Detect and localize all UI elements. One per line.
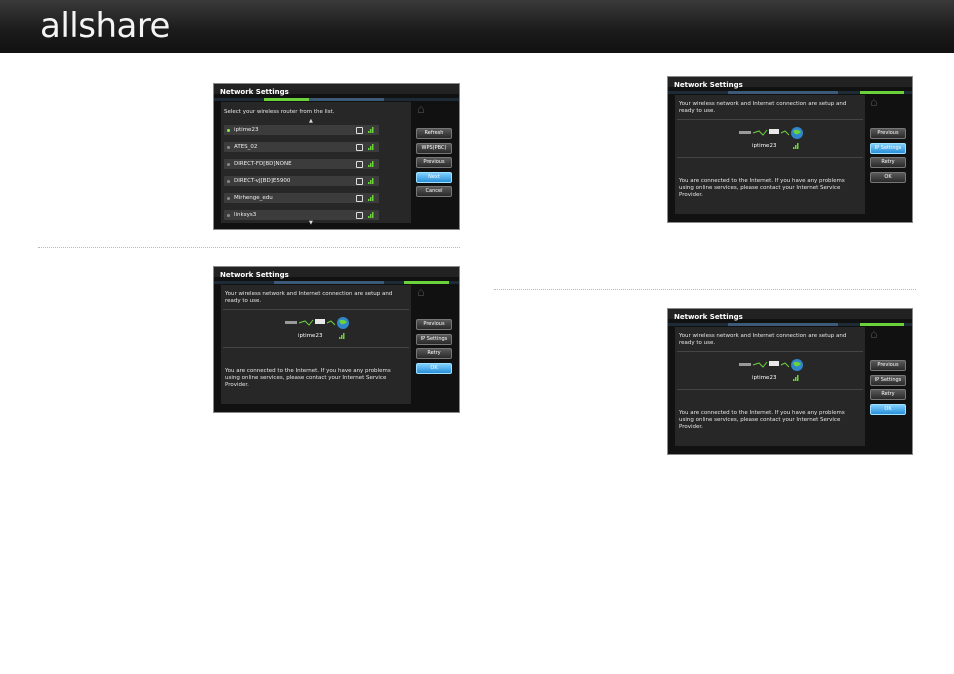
connection-message: Your wireless network and Internet conne… [679, 101, 847, 114]
connection-status-panel: Your wireless network and Internet conne… [675, 327, 865, 446]
network-ssid: iptime23 [752, 143, 777, 149]
step-indicator [214, 281, 459, 284]
network-list-item[interactable]: iptime23 [224, 125, 379, 135]
network-name: linksys3 [234, 212, 257, 218]
separator [223, 347, 409, 348]
network-list-item[interactable]: linksys3 [224, 210, 379, 220]
selection-dot-icon [227, 197, 230, 200]
network-name: ATES_02 [234, 144, 258, 150]
network-settings-connected-ok: Network Settings ⌂ Your wireless network… [213, 266, 460, 413]
panel-title: Network Settings [674, 313, 743, 321]
cancel-button[interactable]: Cancel [416, 186, 452, 197]
network-list-item[interactable]: DIRECT-FD[BD]NONE [224, 159, 379, 169]
page-header: allshare [0, 0, 954, 53]
network-name: DIRECT-vJ[BD]E5900 [234, 178, 291, 184]
network-ssid: iptime23 [752, 375, 777, 381]
lock-icon [356, 212, 363, 219]
signal-strength-icon [368, 212, 374, 218]
signal-strength-icon [368, 195, 374, 201]
retry-button[interactable]: Retry [870, 157, 906, 168]
section-divider-right [494, 289, 916, 290]
network-name: DIRECT-FD[BD]NONE [234, 161, 292, 167]
home-icon: ⌂ [870, 95, 878, 109]
connection-diagram-icon [285, 317, 349, 329]
signal-strength-icon [793, 375, 799, 381]
lock-icon [356, 161, 363, 168]
signal-strength-icon [339, 333, 345, 339]
panel-title: Network Settings [220, 88, 289, 96]
connection-message: Your wireless network and Internet conne… [225, 291, 393, 304]
retry-button[interactable]: Retry [416, 348, 452, 359]
internet-note: You are connected to the Internet. If yo… [225, 368, 391, 388]
lock-icon [356, 127, 363, 134]
router-list-panel: Select your wireless router from the lis… [221, 102, 411, 226]
network-settings-connected-final: Network Settings ⌂ Your wireless network… [667, 308, 913, 455]
panel-title: Network Settings [220, 271, 289, 279]
ip-settings-button[interactable]: IP Settings [416, 333, 452, 345]
wps-pbc-button[interactable]: WPS(PBC) [416, 142, 452, 154]
home-icon: ⌂ [417, 102, 425, 116]
scroll-down-icon[interactable]: ▼ [309, 220, 313, 226]
selection-dot-icon [227, 146, 230, 149]
refresh-button[interactable]: Refresh [416, 128, 452, 139]
network-list-item[interactable]: Mirhenge_edu [224, 193, 379, 203]
selection-dot-icon [227, 214, 230, 217]
separator [677, 389, 863, 390]
previous-button[interactable]: Previous [416, 319, 452, 330]
ip-settings-button[interactable]: IP Settings [870, 142, 906, 154]
signal-strength-icon [793, 143, 799, 149]
previous-button[interactable]: Previous [870, 128, 906, 139]
previous-button[interactable]: Previous [870, 360, 906, 371]
signal-strength-icon [368, 127, 374, 133]
network-settings-connected-ip: Network Settings ⌂ Your wireless network… [667, 76, 913, 223]
internet-note: You are connected to the Internet. If yo… [679, 178, 845, 198]
scroll-up-icon[interactable]: ▲ [309, 118, 313, 124]
connection-diagram-icon [739, 359, 803, 371]
panel-title: Network Settings [674, 81, 743, 89]
step-indicator [668, 91, 912, 94]
selection-dot-icon [227, 163, 230, 166]
next-button[interactable]: Next [416, 171, 452, 183]
home-icon: ⌂ [870, 327, 878, 341]
lock-icon [356, 195, 363, 202]
previous-button[interactable]: Previous [416, 157, 452, 168]
network-name: iptime23 [234, 127, 259, 133]
network-ssid: iptime23 [298, 333, 323, 339]
signal-strength-icon [368, 178, 374, 184]
step-indicator [214, 98, 459, 101]
network-list-item[interactable]: ATES_02 [224, 142, 379, 152]
ok-button[interactable]: OK [416, 362, 452, 374]
retry-button[interactable]: Retry [870, 389, 906, 400]
separator [677, 351, 863, 352]
separator [677, 157, 863, 158]
selection-dot-icon [227, 129, 230, 132]
ok-button[interactable]: OK [870, 403, 906, 415]
signal-strength-icon [368, 161, 374, 167]
ok-button[interactable]: OK [870, 171, 906, 183]
network-name: Mirhenge_edu [234, 195, 273, 201]
network-list-item[interactable]: DIRECT-vJ[BD]E5900 [224, 176, 379, 186]
step-indicator [668, 323, 912, 326]
instruction-text: Select your wireless router from the lis… [224, 109, 335, 115]
connection-message: Your wireless network and Internet conne… [679, 333, 847, 346]
connection-status-panel: Your wireless network and Internet conne… [675, 95, 865, 214]
allshare-logo: allshare [40, 6, 170, 46]
signal-strength-icon [368, 144, 374, 150]
home-icon: ⌂ [417, 285, 425, 299]
lock-icon [356, 144, 363, 151]
selection-dot-icon [227, 180, 230, 183]
connection-diagram-icon [739, 127, 803, 139]
lock-icon [356, 178, 363, 185]
ip-settings-button[interactable]: IP Settings [870, 374, 906, 386]
section-divider-left [38, 247, 460, 248]
network-settings-router-list: Network Settings ⌂ Select your wireless … [213, 83, 460, 230]
connection-status-panel: Your wireless network and Internet conne… [221, 285, 411, 404]
separator [223, 309, 409, 310]
internet-note: You are connected to the Internet. If yo… [679, 410, 845, 430]
separator [677, 119, 863, 120]
